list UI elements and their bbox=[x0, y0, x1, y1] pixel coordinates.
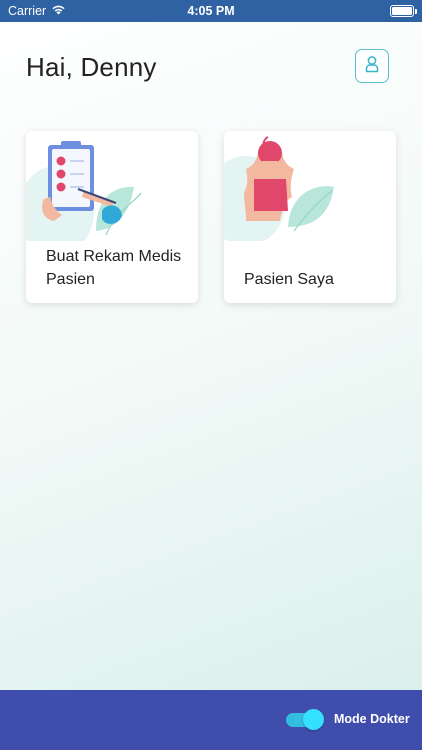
bottom-bar: Mode Dokter bbox=[0, 690, 422, 750]
clipboard-checklist-illustration bbox=[26, 141, 142, 241]
profile-button[interactable] bbox=[355, 49, 389, 83]
status-time: 4:05 PM bbox=[187, 4, 235, 18]
doctor-mode-toggle[interactable] bbox=[286, 709, 324, 730]
battery-tip bbox=[415, 9, 417, 14]
battery-icon bbox=[390, 5, 417, 17]
battery-fill bbox=[392, 7, 412, 15]
create-medical-record-card[interactable]: Buat Rekam Medis Pasien bbox=[26, 131, 198, 303]
card-label: Pasien Saya bbox=[244, 271, 334, 288]
toggle-knob bbox=[303, 709, 324, 730]
patient-back-illustration bbox=[224, 136, 334, 241]
doctor-mode-label: Mode Dokter bbox=[334, 712, 410, 726]
greeting-title: Hai, Denny bbox=[26, 52, 157, 82]
card-label: Buat Rekam Medis Pasien bbox=[46, 248, 182, 288]
user-icon bbox=[364, 55, 380, 78]
status-bar: Carrier 4:05 PM bbox=[0, 0, 422, 22]
my-patients-card[interactable]: Pasien Saya bbox=[224, 131, 396, 303]
